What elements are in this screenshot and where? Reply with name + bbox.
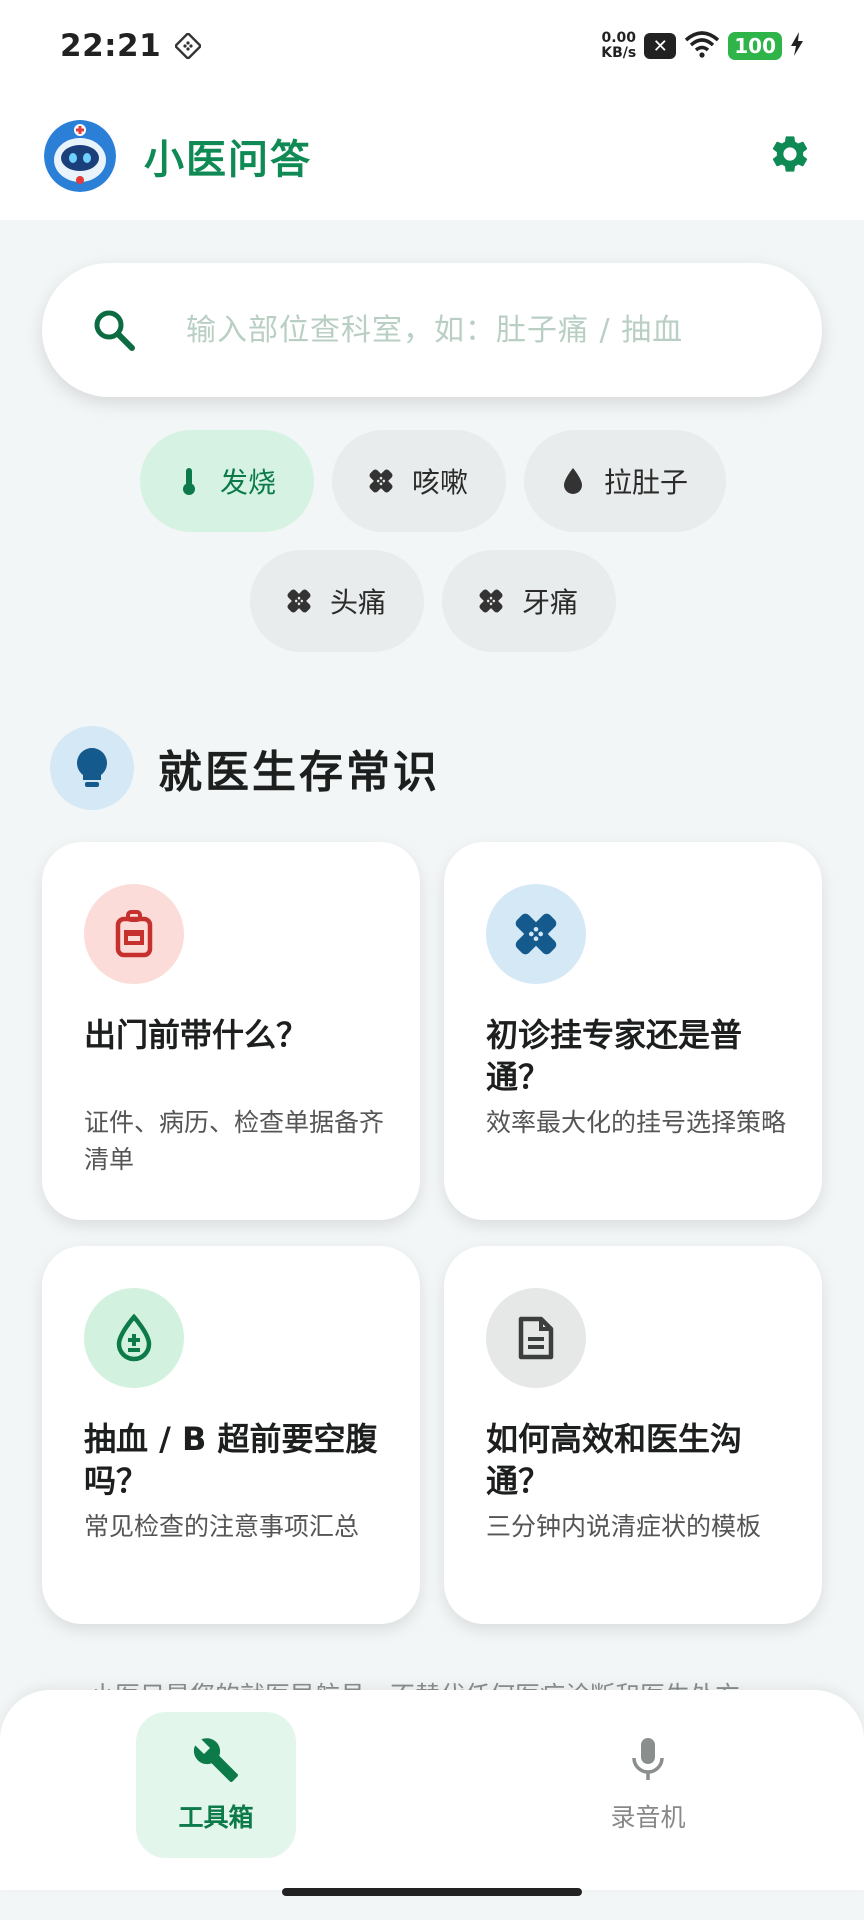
thermometer-icon <box>174 466 204 496</box>
card-description: 效率最大化的挂号选择策略 <box>486 1108 787 1137</box>
chip-label: 咳嗽 <box>411 466 468 499</box>
notification-icon <box>175 33 202 59</box>
status-time: 22:21 <box>60 28 162 64</box>
search-input[interactable] <box>186 312 778 348</box>
bandage-icon <box>284 586 314 616</box>
bandage-icon <box>486 884 586 984</box>
symptom-chips: 发烧 咳嗽 拉肚子 头痛 牙痛 <box>48 430 818 652</box>
section-header: 就医生存常识 <box>50 726 440 810</box>
tip-card-communicate[interactable]: 如何高效和医生沟通？ 三分钟内说清症状的模板 <box>444 1246 822 1624</box>
lightbulb-icon <box>50 726 134 810</box>
wifi-icon <box>684 30 720 62</box>
gear-icon <box>768 132 812 180</box>
chip-diarrhea[interactable]: 拉肚子 <box>524 430 727 532</box>
search-icon <box>86 302 142 358</box>
app-bar: 小医问答 <box>0 92 864 220</box>
nav-label: 录音机 <box>610 1803 686 1832</box>
home-indicator[interactable] <box>282 1888 582 1896</box>
tip-card-specialist-or-regular[interactable]: 初诊挂专家还是普通？ 效率最大化的挂号选择策略 <box>444 842 822 1220</box>
card-title: 抽血 / B 超前要空腹吗？ <box>84 1420 378 1500</box>
tips-grid: 出门前带什么？ 证件、病历、检查单据备齐清单 初诊挂专家还是普通？ 效率最大化的… <box>42 842 822 1624</box>
chip-toothache[interactable]: 牙痛 <box>442 550 617 652</box>
chip-headache[interactable]: 头痛 <box>249 550 424 652</box>
tip-card-fasting[interactable]: 抽血 / B 超前要空腹吗？ 常见检查的注意事项汇总 <box>42 1246 420 1624</box>
chip-fever[interactable]: 发烧 <box>139 430 314 532</box>
blood-drop-icon <box>84 1288 184 1388</box>
document-icon <box>486 1288 586 1388</box>
microphone-icon <box>628 1736 668 1788</box>
settings-button[interactable] <box>762 128 818 184</box>
no-sim-icon: ✕ <box>644 33 677 59</box>
chip-cough[interactable]: 咳嗽 <box>331 430 506 532</box>
bandage-icon <box>366 466 396 496</box>
nav-toolbox[interactable]: 工具箱 <box>136 1712 296 1858</box>
status-indicators: 0.00 KB/s ✕ 100 <box>601 30 804 62</box>
chip-label: 头痛 <box>329 586 386 619</box>
water-drop-icon <box>558 466 588 496</box>
section-title: 就医生存常识 <box>158 747 440 798</box>
app-screen: 22:21 0.00 KB/s ✕ 100 小医问答 输入部位查科室，如：肚子痛… <box>0 0 864 1920</box>
bottom-navigation: 工具箱 录音机 <box>0 1690 864 1890</box>
wrench-icon <box>192 1736 240 1788</box>
nav-label: 工具箱 <box>178 1803 254 1832</box>
search-bar[interactable] <box>42 263 822 397</box>
card-description: 三分钟内说清症状的模板 <box>486 1512 762 1541</box>
backpack-icon <box>84 884 184 984</box>
network-speed-unit: KB/s <box>601 45 637 61</box>
network-speed-value: 0.00 <box>601 30 637 46</box>
card-description: 证件、病历、检查单据备齐清单 <box>84 1108 385 1174</box>
tip-card-what-to-bring[interactable]: 出门前带什么？ 证件、病历、检查单据备齐清单 <box>42 842 420 1220</box>
card-title: 出门前带什么？ <box>84 1016 309 1054</box>
status-bar: 22:21 0.00 KB/s ✕ 100 <box>0 0 864 92</box>
chip-label: 牙痛 <box>522 586 579 619</box>
card-title: 如何高效和医生沟通？ <box>486 1420 743 1500</box>
bandage-icon <box>476 586 506 616</box>
chip-label: 发烧 <box>219 466 276 499</box>
chip-label: 拉肚子 <box>604 466 689 499</box>
card-title: 初诊挂专家还是普通？ <box>486 1016 743 1096</box>
app-title: 小医问答 <box>144 137 312 183</box>
card-description: 常见检查的注意事项汇总 <box>84 1512 360 1541</box>
network-speed: 0.00 KB/s <box>601 31 636 61</box>
battery-level: 100 <box>728 32 782 60</box>
nav-recorder[interactable]: 录音机 <box>568 1712 728 1858</box>
app-logo <box>44 120 116 192</box>
charging-icon <box>790 32 804 60</box>
